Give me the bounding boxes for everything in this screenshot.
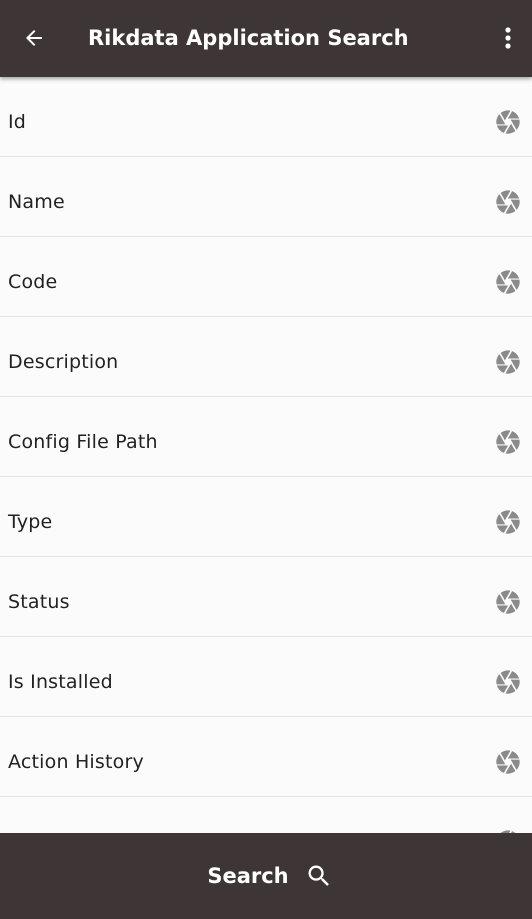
page-title: Rikdata Application Search	[88, 26, 409, 50]
field-label: Is Installed	[8, 671, 113, 693]
list-item[interactable]: Name	[0, 157, 532, 237]
field-label: Config File Path	[8, 431, 158, 453]
field-label: Action History	[8, 751, 144, 773]
field-label: Type	[8, 511, 53, 533]
aperture-icon[interactable]	[494, 748, 522, 776]
field-label: Name	[8, 191, 65, 213]
aperture-icon[interactable]	[494, 428, 522, 456]
list-item[interactable]: Code	[0, 237, 532, 317]
aperture-icon[interactable]	[494, 348, 522, 376]
search-button-label: Search	[207, 864, 289, 888]
list-item[interactable]: Type	[0, 477, 532, 557]
more-vertical-icon	[505, 27, 511, 49]
list-item[interactable]: Action History	[0, 717, 532, 797]
field-label: Status	[8, 591, 70, 613]
field-list: Id Name Code Description Config File Path Typ…	[0, 77, 532, 833]
list-item[interactable]: Id	[0, 77, 532, 157]
aperture-icon[interactable]	[494, 508, 522, 536]
aperture-icon[interactable]	[494, 188, 522, 216]
list-item[interactable]: Is Installed	[0, 637, 532, 717]
list-item[interactable]: Config File Path	[0, 397, 532, 477]
aperture-icon[interactable]	[494, 588, 522, 616]
search-icon	[308, 865, 329, 886]
arrow-left-icon	[26, 30, 42, 46]
app-bar: Rikdata Application Search	[0, 0, 532, 77]
aperture-icon[interactable]	[494, 668, 522, 696]
field-label: Description	[8, 351, 119, 373]
aperture-icon[interactable]	[494, 108, 522, 136]
search-button[interactable]: Search	[0, 833, 532, 919]
field-label: Id	[8, 111, 27, 133]
app-screen: Rikdata Application Search Id Name Code Des…	[0, 0, 532, 919]
list-item[interactable]: Description	[0, 317, 532, 397]
list-item[interactable]	[0, 797, 532, 833]
field-label: Code	[8, 271, 58, 293]
overflow-menu-button[interactable]	[494, 18, 522, 58]
aperture-icon[interactable]	[494, 268, 522, 296]
back-button[interactable]	[14, 18, 54, 58]
list-item[interactable]: Status	[0, 557, 532, 637]
